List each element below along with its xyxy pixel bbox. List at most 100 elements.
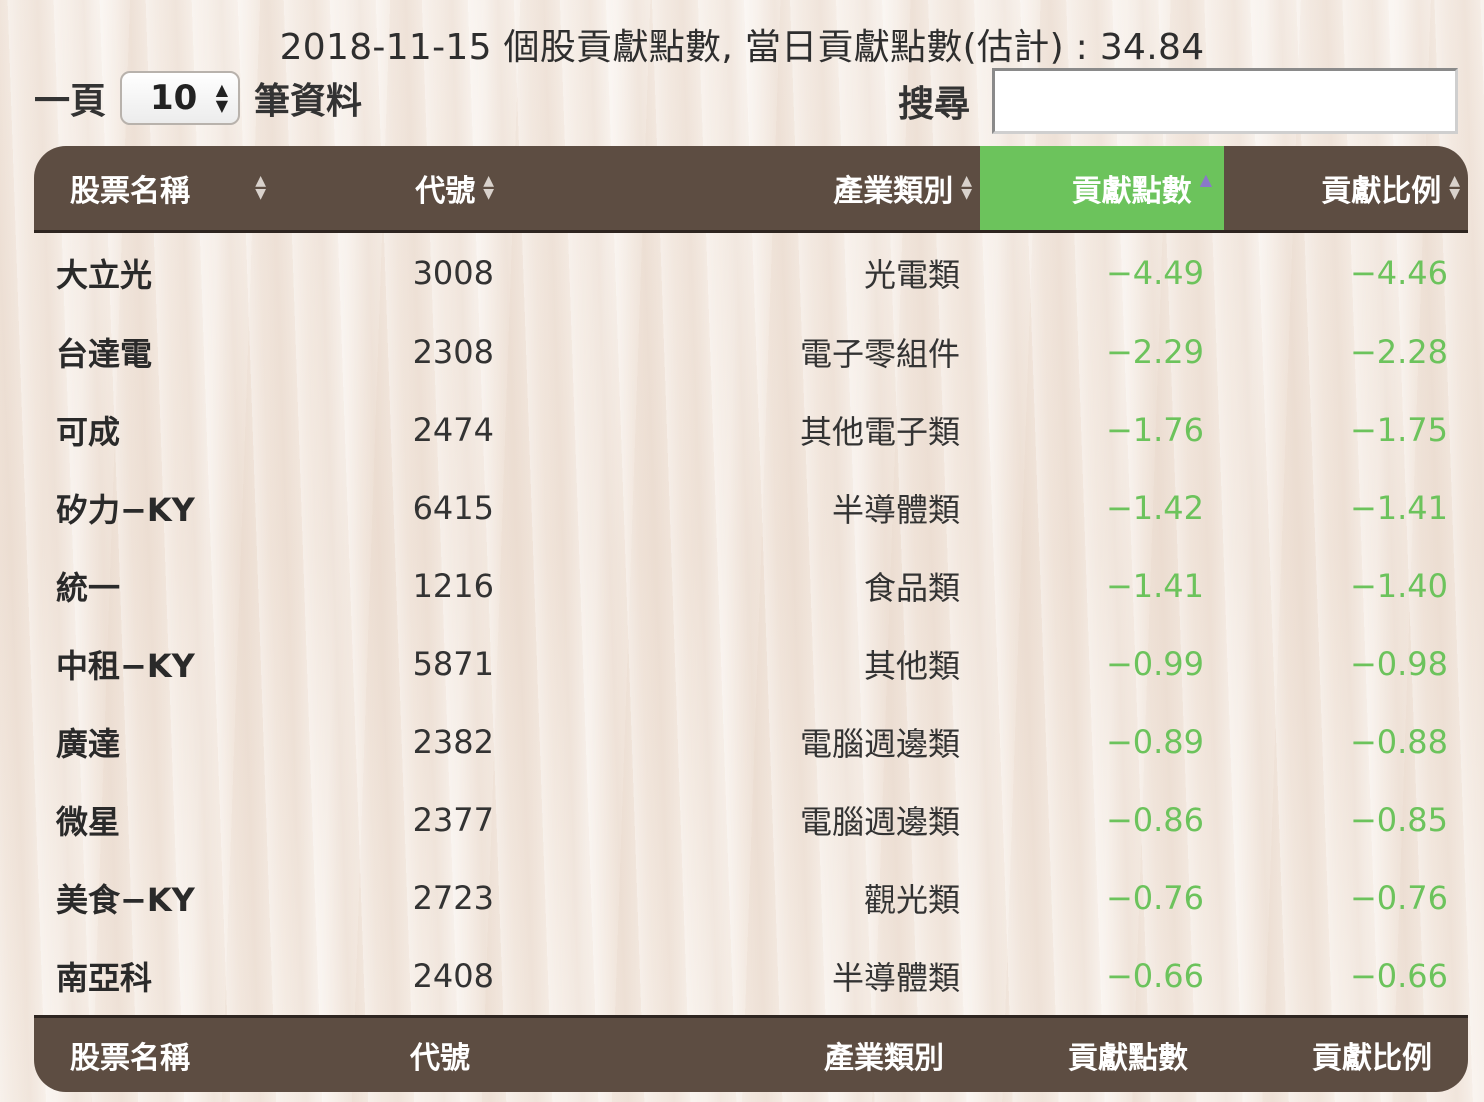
cell-ratio: −1.40 <box>1349 567 1448 605</box>
cell-code: 5871 <box>412 645 494 683</box>
table-row[interactable]: 南亞科 2408 半導體類 −0.66 −0.66 <box>34 937 1468 1017</box>
search-label: 搜尋 <box>898 84 971 125</box>
page-length-control: 一頁 10 ▲ ▼ 筆資料 <box>34 68 362 128</box>
cell-name: 中租−KY <box>56 647 195 685</box>
cell-ratio: −0.85 <box>1349 801 1448 839</box>
cell-industry: 其他類 <box>863 647 960 685</box>
cell-points: −4.49 <box>1105 254 1204 292</box>
footer-points-label: 貢獻點數 <box>1068 1041 1188 1076</box>
header-points-label: 貢獻點數 <box>1071 174 1192 209</box>
cell-name: 南亞科 <box>56 959 153 997</box>
cell-code: 2377 <box>412 801 494 839</box>
table-row[interactable]: 台達電 2308 電子零組件 −2.29 −2.28 <box>34 313 1468 391</box>
cell-ratio: −0.98 <box>1349 645 1448 683</box>
cell-points: −1.76 <box>1105 411 1204 449</box>
footer-stock-name-label: 股票名稱 <box>70 1041 190 1076</box>
cell-industry: 電腦週邊類 <box>799 803 960 841</box>
footer-ratio: 貢獻比例 <box>1224 1015 1468 1092</box>
header-code-label: 代號 <box>415 174 476 209</box>
cell-name: 台達電 <box>56 335 153 373</box>
select-updown-icon: ▲ ▼ <box>215 80 229 115</box>
sort-both-icon: ▲ ▼ <box>483 173 494 202</box>
search-input[interactable] <box>992 68 1459 134</box>
table-row[interactable]: 微星 2377 電腦週邊類 −0.86 −0.85 <box>34 781 1468 859</box>
contribution-table-wrap: 股票名稱 ▲ ▼ 代號 ▲ ▼ 產業類別 ▲ ▼ 貢獻點數 ▲ 貢獻比例 ▲ ▼… <box>34 146 1468 1092</box>
cell-industry: 食品類 <box>863 569 960 607</box>
cell-code: 2723 <box>412 879 494 917</box>
header-ratio-label: 貢獻比例 <box>1321 174 1442 209</box>
cell-code: 2474 <box>412 411 494 449</box>
cell-name: 可成 <box>56 413 121 451</box>
page-length-prefix: 一頁 <box>34 81 107 122</box>
cell-points: −1.42 <box>1105 489 1204 527</box>
table-row[interactable]: 大立光 3008 光電類 −4.49 −4.46 <box>34 232 1468 314</box>
cell-ratio: −0.88 <box>1349 723 1448 761</box>
cell-ratio: −4.46 <box>1349 254 1448 292</box>
cell-ratio: −1.41 <box>1349 489 1448 527</box>
page-length-value: 10 <box>150 78 198 118</box>
sort-ascending-icon: ▲ <box>1199 170 1212 189</box>
sort-both-icon: ▲ ▼ <box>255 173 266 202</box>
cell-points: −0.86 <box>1105 801 1204 839</box>
cell-points: −0.66 <box>1105 957 1204 995</box>
contribution-table: 股票名稱 ▲ ▼ 代號 ▲ ▼ 產業類別 ▲ ▼ 貢獻點數 ▲ 貢獻比例 ▲ ▼… <box>34 146 1468 1092</box>
footer-industry: 產業類別 <box>494 1015 980 1092</box>
header-ratio[interactable]: 貢獻比例 ▲ ▼ <box>1224 146 1468 233</box>
footer-code: 代號 <box>274 1015 494 1092</box>
header-points[interactable]: 貢獻點數 ▲ <box>980 146 1224 233</box>
table-body: 大立光 3008 光電類 −4.49 −4.46 台達電 2308 電子零組件 … <box>34 232 1468 1017</box>
cell-code: 6415 <box>412 489 494 527</box>
footer-code-label: 代號 <box>410 1041 470 1076</box>
page-title: 2018-11-15 個股貢獻點數, 當日貢獻點數(估計) : 34.84 <box>279 27 1205 68</box>
cell-points: −1.41 <box>1105 567 1204 605</box>
table-row[interactable]: 統一 1216 食品類 −1.41 −1.40 <box>34 547 1468 625</box>
cell-name: 廣達 <box>56 725 121 763</box>
cell-industry: 光電類 <box>863 256 960 294</box>
cell-points: −0.99 <box>1105 645 1204 683</box>
header-stock-name-label: 股票名稱 <box>70 174 190 209</box>
header-industry-label: 產業類別 <box>833 174 954 209</box>
cell-points: −0.89 <box>1105 723 1204 761</box>
cell-code: 1216 <box>412 567 494 605</box>
header-code[interactable]: 代號 ▲ ▼ <box>274 146 494 233</box>
page-length-select[interactable]: 10 ▲ ▼ <box>120 71 241 125</box>
cell-code: 2382 <box>412 723 494 761</box>
cell-industry: 觀光類 <box>863 881 960 919</box>
cell-code: 2408 <box>412 957 494 995</box>
footer-industry-label: 產業類別 <box>824 1041 944 1076</box>
cell-ratio: −0.66 <box>1349 957 1448 995</box>
cell-ratio: −0.76 <box>1349 879 1448 917</box>
cell-industry: 電腦週邊類 <box>799 725 960 763</box>
cell-name: 大立光 <box>56 256 153 294</box>
cell-industry: 其他電子類 <box>799 413 960 451</box>
sort-both-icon: ▲ ▼ <box>961 173 972 202</box>
cell-name: 美食−KY <box>56 881 195 919</box>
header-stock-name[interactable]: 股票名稱 ▲ ▼ <box>34 146 274 233</box>
footer-ratio-label: 貢獻比例 <box>1312 1041 1432 1076</box>
table-row[interactable]: 矽力−KY 6415 半導體類 −1.42 −1.41 <box>34 469 1468 547</box>
table-row[interactable]: 廣達 2382 電腦週邊類 −0.89 −0.88 <box>34 703 1468 781</box>
cell-name: 矽力−KY <box>56 491 195 529</box>
table-footer-row: 股票名稱 代號 產業類別 貢獻點數 貢獻比例 <box>34 1015 1468 1092</box>
cell-industry: 電子零組件 <box>799 335 960 373</box>
cell-points: −2.29 <box>1105 333 1204 371</box>
footer-stock-name: 股票名稱 <box>34 1015 274 1092</box>
sort-both-icon: ▲ ▼ <box>1449 173 1460 202</box>
footer-points: 貢獻點數 <box>980 1015 1224 1092</box>
table-row[interactable]: 美食−KY 2723 觀光類 −0.76 −0.76 <box>34 859 1468 937</box>
cell-points: −0.76 <box>1105 879 1204 917</box>
cell-ratio: −2.28 <box>1349 333 1448 371</box>
table-row[interactable]: 中租−KY 5871 其他類 −0.99 −0.98 <box>34 625 1468 703</box>
cell-name: 微星 <box>56 803 121 841</box>
page-length-suffix: 筆資料 <box>254 81 363 122</box>
cell-code: 2308 <box>412 333 494 371</box>
cell-ratio: −1.75 <box>1349 411 1448 449</box>
cell-name: 統一 <box>56 569 121 607</box>
table-header-row: 股票名稱 ▲ ▼ 代號 ▲ ▼ 產業類別 ▲ ▼ 貢獻點數 ▲ 貢獻比例 ▲ ▼ <box>34 146 1468 233</box>
cell-industry: 半導體類 <box>831 959 960 997</box>
header-industry[interactable]: 產業類別 ▲ ▼ <box>494 146 980 233</box>
cell-code: 3008 <box>412 254 494 292</box>
table-row[interactable]: 可成 2474 其他電子類 −1.76 −1.75 <box>34 391 1468 469</box>
cell-industry: 半導體類 <box>831 491 960 529</box>
search-control: 搜尋 <box>898 68 1459 134</box>
